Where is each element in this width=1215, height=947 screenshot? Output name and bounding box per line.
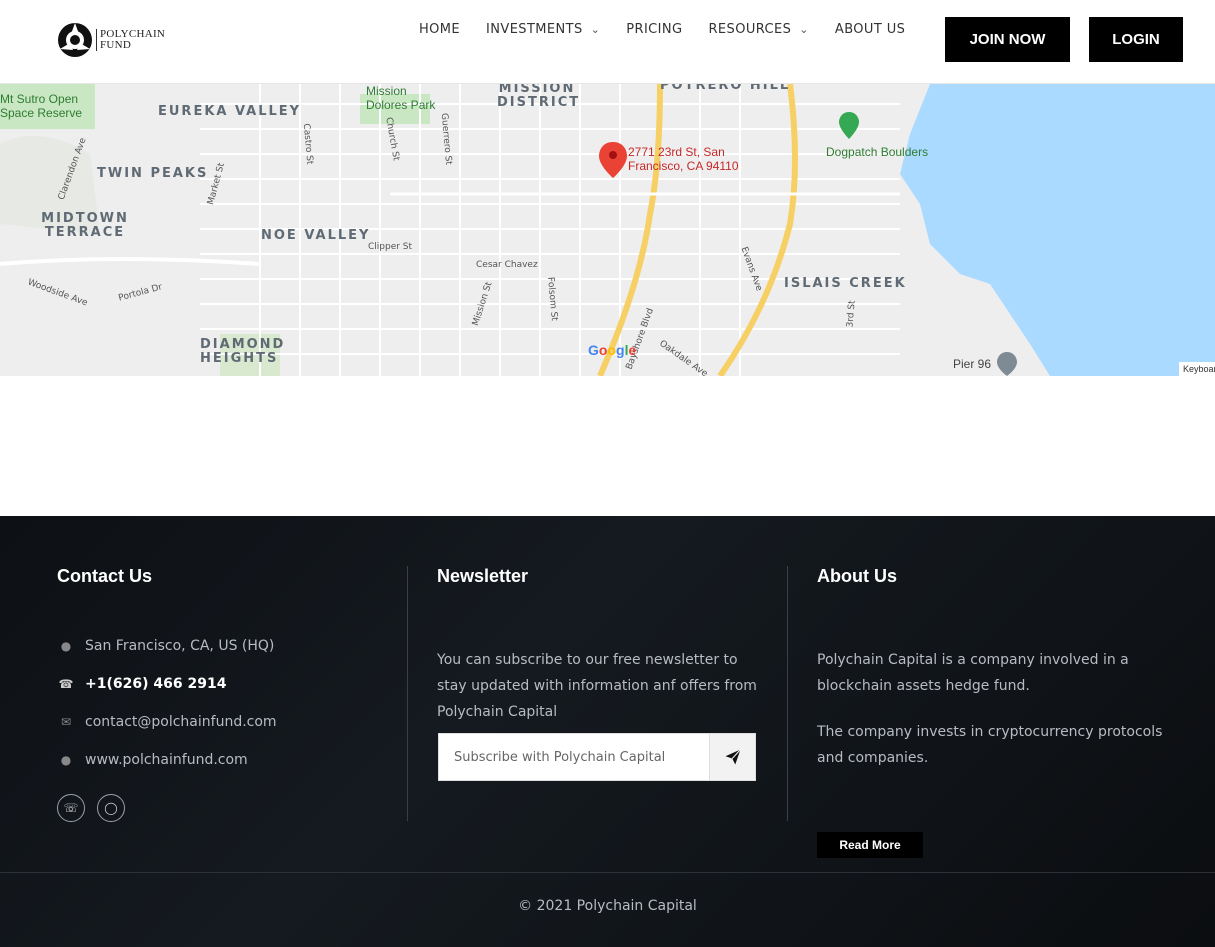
join-now-button[interactable]: JOIN NOW [945,17,1070,62]
about-title: About Us [817,566,897,586]
nav-pricing[interactable]: PRICING [626,22,682,37]
globe-icon: ● [60,753,72,767]
paper-plane-icon [725,749,741,765]
google-map[interactable]: EUREKA VALLEY TWIN PEAKS MIDTOWN TERRACE… [0,84,1215,376]
login-button[interactable]: LOGIN [1089,17,1183,62]
contact-location-text: San Francisco, CA, US (HQ) [85,638,275,654]
map-canvas [0,84,1215,376]
map-marker-icon: ● [60,639,72,653]
footer-divider-2 [787,566,788,821]
google-logo: Google [588,342,637,358]
site-header: POLYCHAIN FUND HOME INVESTMENTS ⌄ PRICING… [0,0,1215,84]
envelope-icon: ✉ [60,715,72,729]
nav-about-label: ABOUT US [834,22,906,37]
nav-investments[interactable]: INVESTMENTS ⌄ [486,22,600,37]
map-label-dolores-park: Mission Dolores Park [366,84,436,112]
contact-phone[interactable]: ☎ +1(626) 466 2914 [57,676,227,692]
contact-phone-text: +1(626) 466 2914 [85,676,227,692]
footer-bottom-divider [0,872,1215,873]
nav-investments-label: INVESTMENTS [486,22,583,37]
main-nav: HOME INVESTMENTS ⌄ PRICING RESOURCES ⌄ ABO… [419,22,931,37]
site-footer: Contact Us ● San Francisco, CA, US (HQ) … [0,516,1215,947]
site-logo[interactable]: POLYCHAIN FUND [57,22,165,58]
nav-home-label: HOME [419,22,461,37]
nav-home[interactable]: HOME [419,22,460,37]
contact-website-text: www.polchainfund.com [85,752,248,768]
newsletter-column: Newsletter You can subscribe to our free… [437,566,767,826]
logo-text: POLYCHAIN FUND [96,29,165,51]
nav-pricing-label: PRICING [626,22,683,37]
instagram-icon[interactable]: ◯ [97,794,125,822]
map-label-mt-sutro: Mt Sutro Open Space Reserve [0,92,83,120]
contact-email[interactable]: ✉ contact@polchainfund.com [57,714,277,730]
map-label-dogpatch-boulders: Dogpatch Boulders [826,145,929,159]
map-label-twin-peaks: TWIN PEAKS [97,166,209,181]
contact-website[interactable]: ● www.polchainfund.com [57,752,248,768]
copyright-text: © 2021 Polychain Capital [518,898,697,914]
newsletter-title: Newsletter [437,566,529,586]
street-cesar-chavez: Cesar Chavez [476,260,538,270]
nav-resources-label: RESOURCES [708,22,792,37]
polychain-logo-icon [58,23,92,57]
map-label-noe-valley: NOE VALLEY [261,228,371,243]
map-label-pier-96: Pier 96 [953,357,992,371]
map-label-mission-district: MISSION DISTRICT [497,84,581,110]
contact-email-text: contact@polchainfund.com [85,714,277,730]
contact-title: Contact Us [57,566,153,586]
contact-column: Contact Us ● San Francisco, CA, US (HQ) … [57,566,397,826]
chevron-down-icon: ⌄ [799,23,809,36]
newsletter-email-input[interactable]: Subscribe with Polychain Capital [438,733,709,781]
street-clipper: Clipper St [368,242,413,252]
pin-address-line2: Francisco, CA 94110 [628,159,739,173]
footer-divider-1 [407,566,408,821]
phone-icon: ☎ [58,677,74,691]
map-label-potrero-hill: POTRERO HILL [660,84,791,93]
contact-location: ● San Francisco, CA, US (HQ) [57,638,275,654]
map-label-islais-creek: ISLAIS CREEK [784,276,907,291]
about-paragraph-2: The company invests in cryptocurrency pr… [817,724,1163,766]
newsletter-submit-button[interactable] [709,733,756,781]
nav-about-us[interactable]: ABOUT US [835,22,905,37]
about-paragraph-1: Polychain Capital is a company involved … [817,652,1129,694]
chevron-down-icon: ⌄ [590,23,601,36]
logo-line2: FUND [100,39,132,51]
about-description: Polychain Capital is a company involved … [817,647,1177,791]
map-pin-address: 2771 23rd St, San Francisco, CA 94110 [628,145,739,173]
read-more-button[interactable]: Read More [817,832,923,858]
map-label-diamond-heights: DIAMOND HEIGHTS [200,337,286,366]
keyboard-shortcuts-link[interactable]: Keyboard shortcuts [1179,362,1215,376]
whatsapp-icon[interactable]: ☏ [57,794,85,822]
about-column: About Us Polychain Capital is a company … [817,566,1187,866]
newsletter-description: You can subscribe to our free newsletter… [437,652,757,720]
map-label-midtown-terrace: MIDTOWN TERRACE [41,211,129,240]
nav-resources[interactable]: RESOURCES ⌄ [709,22,809,37]
pin-address-line1: 2771 23rd St, San [628,145,725,159]
map-label-eureka-valley: EUREKA VALLEY [158,104,302,119]
